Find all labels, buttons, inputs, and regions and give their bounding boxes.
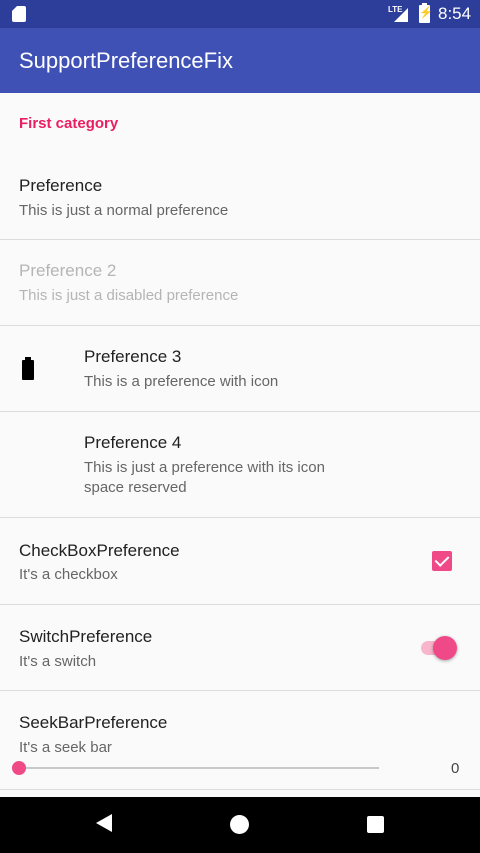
preference-summary: This is a preference with icon xyxy=(84,373,279,390)
category-header: First category xyxy=(19,115,119,132)
preference-summary: It's a seek bar xyxy=(19,739,112,756)
preference-summary: This is just a disabled preference xyxy=(19,287,239,304)
switch-preference-item[interactable]: SwitchPreference It's a switch xyxy=(0,605,480,691)
seekbar-thumb[interactable] xyxy=(12,761,26,775)
preference-summary: This is just a normal preference xyxy=(19,202,229,219)
preference-4-item[interactable]: Preference 4 This is just a preference w… xyxy=(0,412,480,518)
preference-3-item[interactable]: Preference 3 This is a preference with i… xyxy=(0,326,480,412)
preference-title: Preference xyxy=(19,176,103,195)
preference-title: SeekBarPreference xyxy=(19,713,168,732)
checkbox[interactable] xyxy=(432,551,452,571)
preference-title: Preference 2 xyxy=(19,261,117,280)
battery-charging-icon xyxy=(419,3,430,23)
clock: 8:54 xyxy=(438,4,472,23)
back-icon[interactable] xyxy=(96,814,112,832)
switch-thumb[interactable] xyxy=(433,636,457,660)
preference-item[interactable]: Preference This is just a normal prefere… xyxy=(0,155,480,240)
preference-title: CheckBoxPreference xyxy=(19,541,180,560)
status-bar: LTE 8:54 xyxy=(0,0,480,28)
preference-title: SwitchPreference xyxy=(19,627,153,646)
home-icon[interactable] xyxy=(230,815,249,834)
seekbar-track[interactable] xyxy=(19,767,379,769)
preference-title: Preference 4 xyxy=(84,433,182,452)
app-bar: SupportPreferenceFix xyxy=(0,28,480,93)
seekbar-value: 0 xyxy=(451,760,460,777)
recents-icon[interactable] xyxy=(367,816,384,833)
seekbar-preference-item[interactable]: SeekBarPreference It's a seek bar 0 xyxy=(0,691,480,790)
sd-card-icon xyxy=(12,6,26,22)
preference-title: Preference 3 xyxy=(84,347,182,366)
checkbox-preference-item[interactable]: CheckBoxPreference It's a checkbox xyxy=(0,518,480,605)
signal-icon xyxy=(394,8,408,22)
preference-list[interactable]: First category Preference This is just a… xyxy=(0,93,480,797)
preference-summary: It's a switch xyxy=(19,653,97,670)
preference-summary: This is just a preference with its icon … xyxy=(84,459,325,496)
preference-summary: It's a checkbox xyxy=(19,566,118,583)
preference-2-item: Preference 2 This is just a disabled pre… xyxy=(0,240,480,326)
battery-icon xyxy=(22,357,34,380)
app-title: SupportPreferenceFix xyxy=(19,48,233,73)
navigation-bar xyxy=(0,797,480,853)
